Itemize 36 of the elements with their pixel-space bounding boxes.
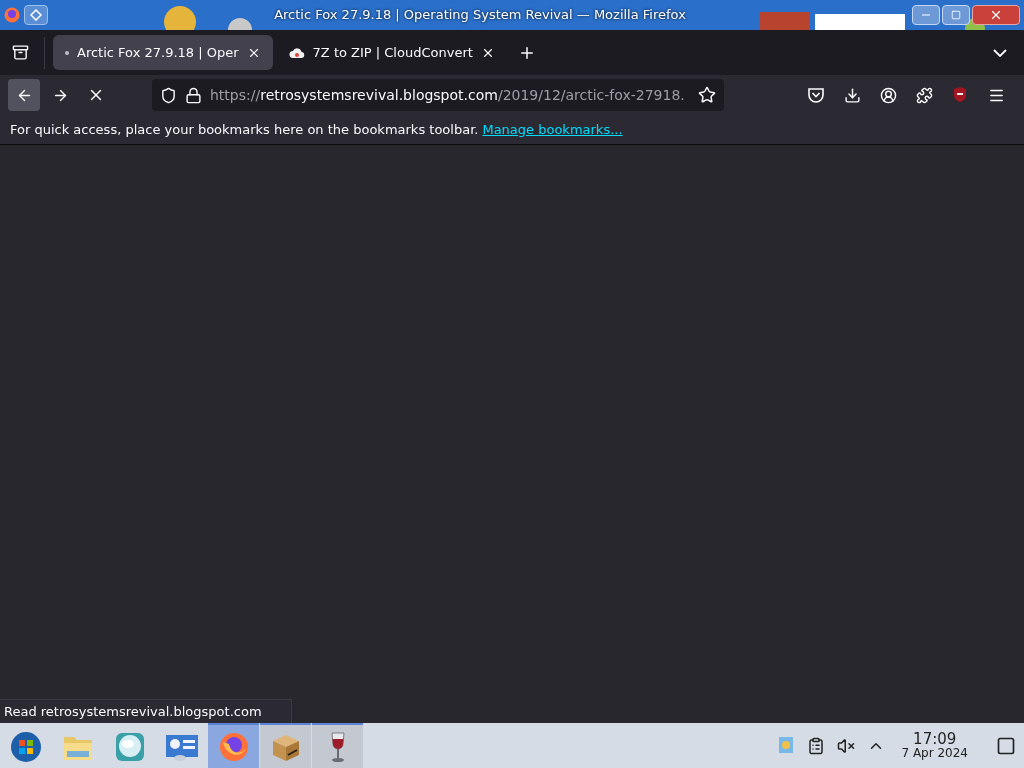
clock-date: 7 Apr 2024 xyxy=(901,747,968,759)
clock-time: 17:09 xyxy=(913,732,957,747)
diamond-icon xyxy=(30,9,42,21)
muted-speaker-icon[interactable] xyxy=(837,736,856,755)
start-orb-icon xyxy=(9,730,42,763)
bookmark-star-icon[interactable] xyxy=(698,86,716,104)
wine-glass-icon xyxy=(328,730,347,763)
window-menu-button[interactable] xyxy=(24,5,48,25)
firefox-icon xyxy=(218,731,249,762)
manage-bookmarks-link[interactable]: Manage bookmarks... xyxy=(482,119,623,140)
archive-box-icon xyxy=(11,44,29,61)
taskbar-app-button[interactable] xyxy=(208,723,259,768)
tab-title: 7Z to ZIP | CloudConvert xyxy=(312,43,473,62)
show-desktop-icon[interactable] xyxy=(996,735,1016,756)
puzzle-icon xyxy=(915,86,933,104)
maximize-icon xyxy=(951,10,961,20)
lock-icon xyxy=(185,86,202,104)
window-title: Arctic Fox 27.9.18 | Operating System Revival — Mozilla Firefox xyxy=(274,6,686,25)
back-button[interactable] xyxy=(8,79,40,111)
taskbar-app-button[interactable] xyxy=(312,723,363,768)
user-circle-icon xyxy=(879,86,897,104)
tab-title: Arctic Fox 27.9.18 | Oper xyxy=(77,43,239,62)
browser-tab[interactable]: Arctic Fox 27.9.18 | Oper xyxy=(53,35,273,70)
clock[interactable]: 17:09 7 Apr 2024 xyxy=(897,732,972,759)
address-bar[interactable]: https://retrosystemsrevival.blogspot.com/2019/12/arctic-fox-27918. xyxy=(152,79,724,111)
close-icon xyxy=(989,8,1003,22)
status-text: Read retrosystemsrevival.blogspot.com xyxy=(0,698,292,723)
url-text: https://retrosystemsrevival.blogspot.com/2019/12/arctic-fox-27918. xyxy=(210,85,686,105)
shield-icon xyxy=(160,86,177,104)
chevron-down-icon xyxy=(993,48,1007,57)
globe-icon xyxy=(114,731,145,762)
minimize-button[interactable] xyxy=(912,5,940,25)
browser-tab[interactable]: 7Z to ZIP | CloudConvert xyxy=(276,35,507,70)
clipboard-icon[interactable] xyxy=(807,736,826,755)
bookmarks-hint: For quick access, place your bookmarks here on the bookmarks toolbar. xyxy=(10,120,479,139)
download-icon xyxy=(843,86,861,104)
